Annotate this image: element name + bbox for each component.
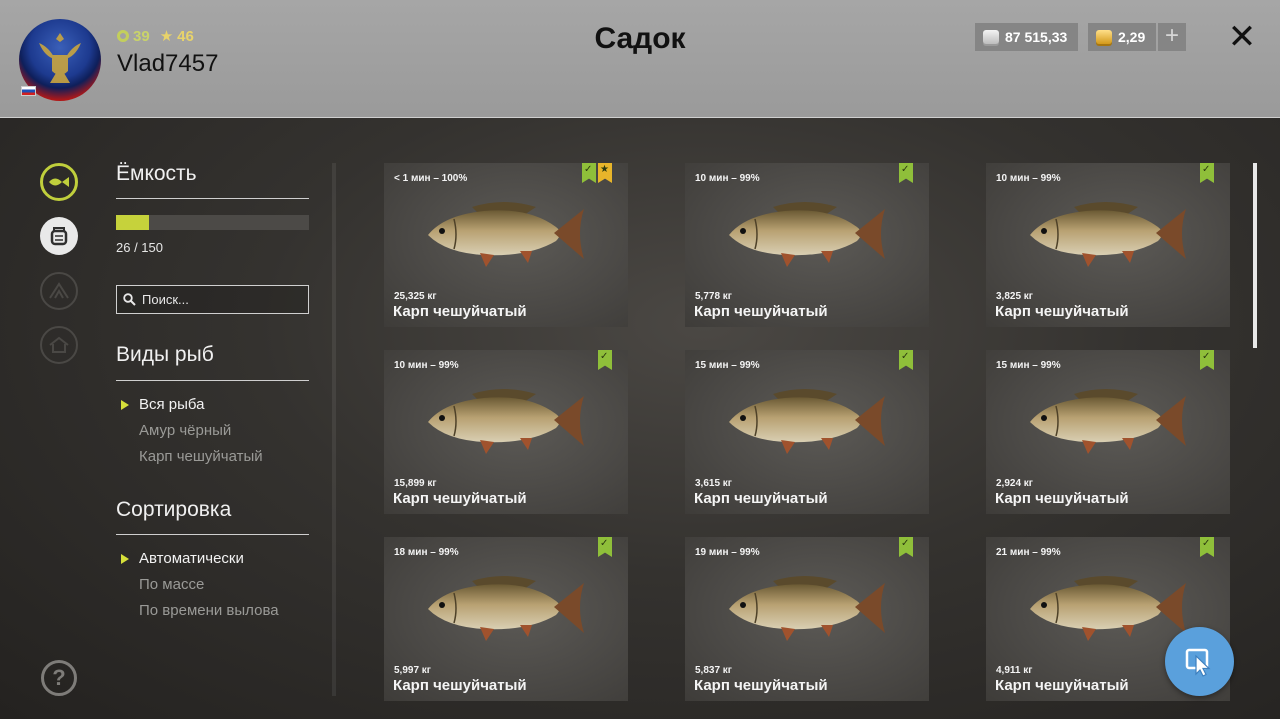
- sort-option-list: Автоматически По массе По времени вылова: [120, 546, 279, 624]
- silver-balance: 87 515,33: [975, 23, 1078, 51]
- fish-name: Карп чешуйчатый: [694, 677, 828, 694]
- fish-weight: 25,325 кг: [394, 291, 437, 302]
- keepnet-tab-icon[interactable]: [40, 217, 78, 255]
- checkmark-badge-icon: ✓: [899, 350, 913, 370]
- carp-image: [428, 202, 584, 267]
- gold-value: 2,29: [1118, 29, 1146, 45]
- carp-image: [729, 202, 885, 267]
- add-gold-button[interactable]: +: [1158, 23, 1186, 51]
- carp-image: [1030, 202, 1186, 267]
- capacity-fill: [116, 215, 150, 230]
- species-filter-item[interactable]: Карп чешуйчатый: [120, 444, 263, 470]
- fish-weight: 3,615 кг: [695, 478, 732, 489]
- catch-time: 10 мин – 99%: [695, 173, 760, 184]
- catch-time: < 1 мин – 100%: [394, 173, 468, 184]
- carp-image: [428, 576, 584, 641]
- fish-card[interactable]: 10 мин – 99% ✓ 5,778 кг Карп чешуйчатый: [685, 163, 929, 327]
- cursor-mode-button[interactable]: [1165, 627, 1234, 696]
- tent-tab-icon[interactable]: [40, 272, 78, 310]
- carp-image: [729, 576, 885, 641]
- carp-image: [428, 389, 584, 454]
- search-icon: [123, 293, 136, 306]
- search-placeholder: Поиск...: [142, 292, 189, 307]
- fish-name: Карп чешуйчатый: [393, 490, 527, 507]
- catch-time: 19 мин – 99%: [695, 547, 760, 558]
- fish-weight: 5,837 кг: [695, 665, 732, 676]
- search-input[interactable]: Поиск...: [116, 285, 309, 314]
- catch-time: 10 мин – 99%: [996, 173, 1061, 184]
- fish-name: Карп чешуйчатый: [393, 677, 527, 694]
- checkmark-badge-icon: ✓: [899, 163, 913, 183]
- gold-balance: 2,29: [1088, 23, 1156, 51]
- fish-name: Карп чешуйчатый: [995, 303, 1129, 320]
- divider: [116, 380, 309, 381]
- help-icon[interactable]: ?: [41, 660, 77, 696]
- catch-time: 10 мин – 99%: [394, 360, 459, 371]
- house-icon: [49, 336, 69, 353]
- silver-value: 87 515,33: [1005, 29, 1068, 45]
- fish-tab-icon[interactable]: [40, 163, 78, 201]
- fish-weight: 4,911 кг: [996, 665, 1033, 676]
- tent-icon: [49, 282, 69, 299]
- trophy-star-badge-icon: ★: [598, 163, 612, 183]
- fish-weight: 2,924 кг: [996, 478, 1033, 489]
- fish-name: Карп чешуйчатый: [393, 303, 527, 320]
- checkmark-badge-icon: ✓: [899, 537, 913, 557]
- silver-coins-icon: [983, 30, 999, 44]
- catch-time: 15 мин – 99%: [996, 360, 1061, 371]
- fish-weight: 5,997 кг: [394, 665, 431, 676]
- fish-card[interactable]: < 1 мин – 100% ✓ ★ 25,325 кг Карп чешуйча…: [384, 163, 628, 327]
- capacity-count: 26 / 150: [116, 240, 163, 255]
- sort-title: Сортировка: [116, 498, 232, 521]
- species-filter-item[interactable]: Вся рыба: [120, 392, 263, 418]
- fish-card[interactable]: 10 мин – 99% ✓ 3,825 кг Карп чешуйчатый: [986, 163, 1230, 327]
- cursor-pointer-icon: [1185, 648, 1210, 677]
- checkmark-badge-icon: ✓: [598, 537, 612, 557]
- checkmark-badge-icon: ✓: [1200, 350, 1214, 370]
- scrollbar[interactable]: [1253, 163, 1257, 348]
- gold-coins-icon: [1096, 30, 1112, 44]
- capacity-title: Ёмкость: [116, 162, 197, 185]
- panel-divider: [332, 163, 336, 696]
- checkmark-badge-icon: ✓: [1200, 537, 1214, 557]
- fish-name: Карп чешуйчатый: [694, 303, 828, 320]
- fish-name: Карп чешуйчатый: [995, 490, 1129, 507]
- divider: [116, 198, 309, 199]
- keepnet-icon: [50, 227, 68, 246]
- species-title: Виды рыб: [116, 343, 214, 366]
- carp-image: [729, 389, 885, 454]
- close-button[interactable]: ✕: [1226, 20, 1258, 54]
- carp-image: [1030, 389, 1186, 454]
- catch-time: 18 мин – 99%: [394, 547, 459, 558]
- fish-card[interactable]: 15 мин – 99% ✓ 2,924 кг Карп чешуйчатый: [986, 350, 1230, 514]
- fish-card[interactable]: 19 мин – 99% ✓ 5,837 кг Карп чешуйчатый: [685, 537, 929, 701]
- top-bar: 39 ★ 46 Vlad7457 Садок 87 515,33 2,29 + …: [0, 0, 1280, 118]
- fish-weight: 5,778 кг: [695, 291, 732, 302]
- capacity-bar: [116, 215, 309, 230]
- sort-option[interactable]: По массе: [120, 572, 279, 598]
- sort-option[interactable]: Автоматически: [120, 546, 279, 572]
- fish-card[interactable]: 15 мин – 99% ✓ 3,615 кг Карп чешуйчатый: [685, 350, 929, 514]
- fish-name: Карп чешуйчатый: [995, 677, 1129, 694]
- russia-flag-icon: [21, 86, 36, 96]
- sort-option[interactable]: По времени вылова: [120, 598, 279, 624]
- species-filter-item[interactable]: Амур чёрный: [120, 418, 263, 444]
- fish-icon: [49, 177, 69, 187]
- checkmark-badge-icon: ✓: [598, 350, 612, 370]
- species-filter-list: Вся рыба Амур чёрный Карп чешуйчатый: [120, 392, 263, 470]
- checkmark-badge-icon: ✓: [1200, 163, 1214, 183]
- carp-image: [1030, 576, 1186, 641]
- fish-card[interactable]: 18 мин – 99% ✓ 5,997 кг Карп чешуйчатый: [384, 537, 628, 701]
- divider: [116, 534, 309, 535]
- catch-time: 21 мин – 99%: [996, 547, 1061, 558]
- catch-time: 15 мин – 99%: [695, 360, 760, 371]
- fish-weight: 15,899 кг: [394, 478, 437, 489]
- fish-card[interactable]: 10 мин – 99% ✓ 15,899 кг Карп чешуйчатый: [384, 350, 628, 514]
- checkmark-badge-icon: ✓: [582, 163, 596, 183]
- fish-name: Карп чешуйчатый: [694, 490, 828, 507]
- fish-weight: 3,825 кг: [996, 291, 1033, 302]
- home-tab-icon[interactable]: [40, 326, 78, 364]
